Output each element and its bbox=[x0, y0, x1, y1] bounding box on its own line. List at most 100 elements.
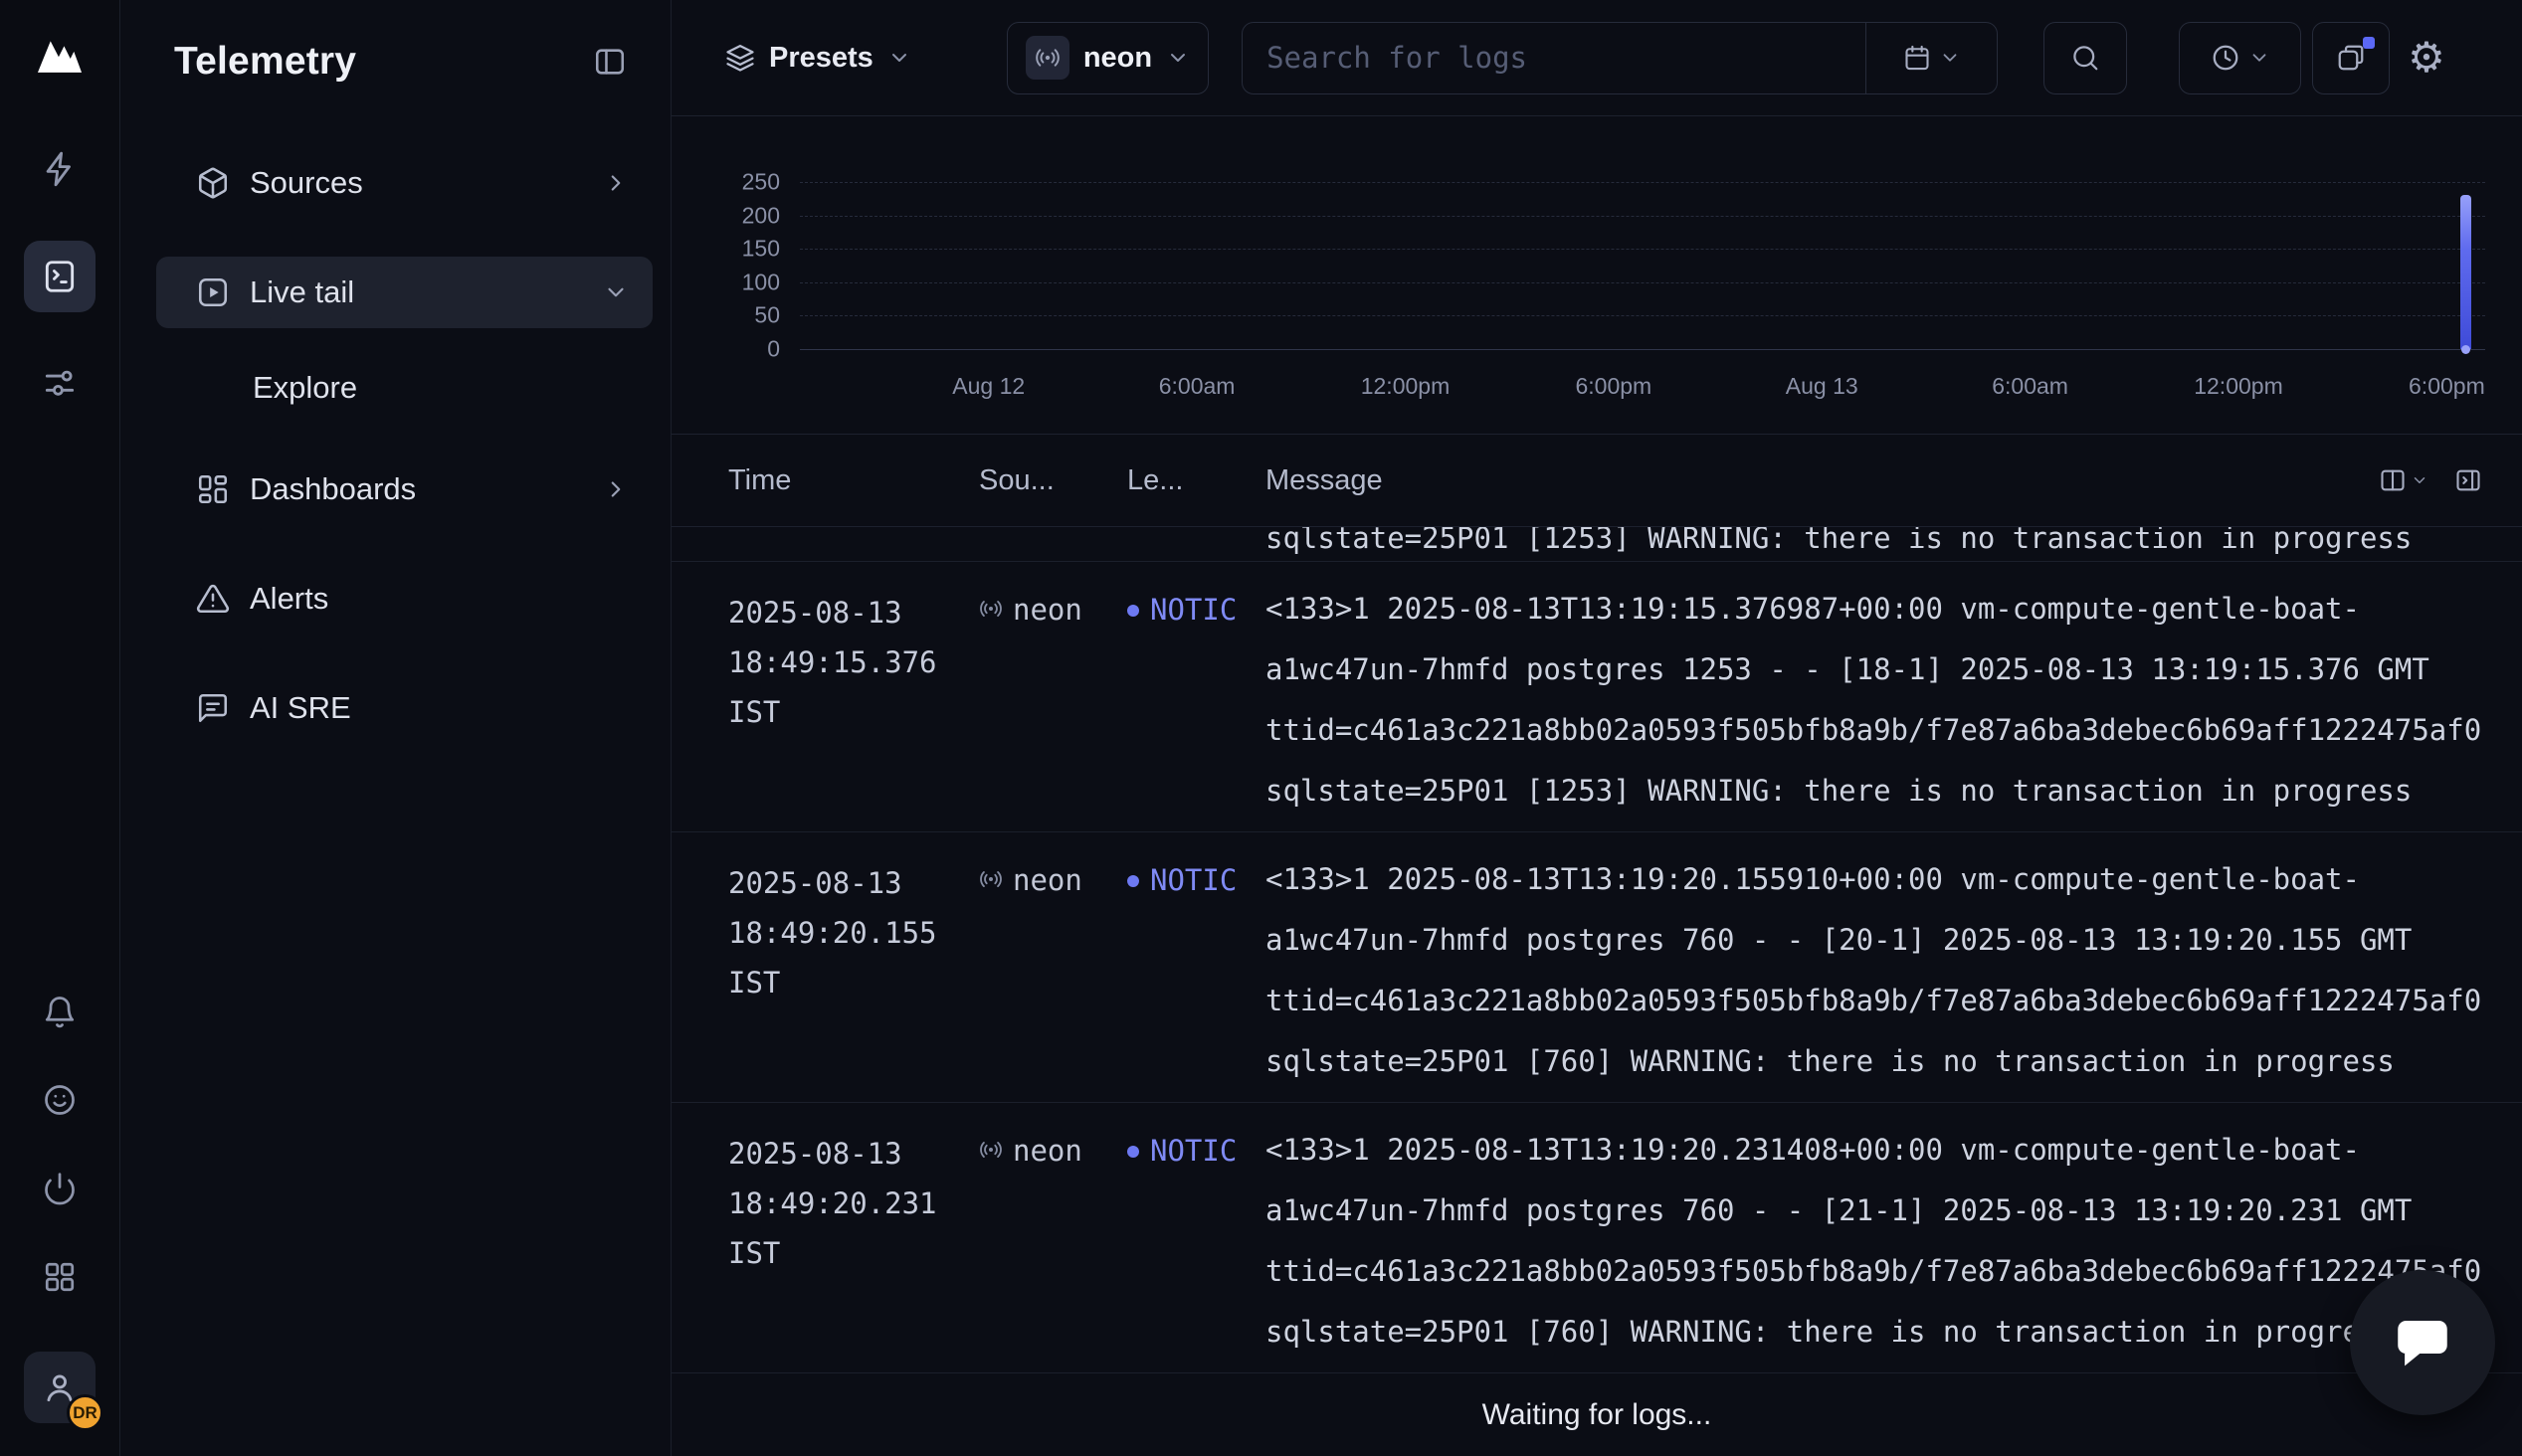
alert-triangle-icon bbox=[196, 582, 230, 616]
log-level: NOTIC bbox=[1127, 1129, 1265, 1372]
live-tail-icon bbox=[196, 275, 230, 309]
settings-button[interactable]: ⚙ bbox=[2408, 37, 2445, 79]
sidebar-item-explore[interactable]: Explore bbox=[156, 352, 653, 424]
y-tick-label: 100 bbox=[742, 269, 780, 295]
rail-nav bbox=[24, 133, 96, 420]
log-row[interactable]: 2025-08-13 18:49:20.155 IST neon NOTIC <… bbox=[672, 832, 2522, 1103]
x-axis-labels: Aug 126:00am12:00pm6:00pmAug 136:00am12:… bbox=[800, 373, 2485, 405]
presets-button[interactable]: Presets bbox=[725, 42, 911, 75]
search-button[interactable] bbox=[2043, 22, 2127, 94]
log-volume-chart: 250200150100500 Aug 12 6:00am 12:00pm 6:00p… bbox=[672, 116, 2522, 435]
log-source-name: neon bbox=[1013, 858, 1082, 902]
sidebar-item-ai-sre[interactable]: AI SRE bbox=[156, 672, 653, 744]
log-level-name: NOTIC bbox=[1150, 858, 1237, 902]
x-tick-label: 6:00am bbox=[1992, 373, 2068, 400]
package-icon bbox=[196, 166, 230, 200]
log-level: NOTIC bbox=[1127, 858, 1265, 1102]
x-tick-label: Aug 13 bbox=[1786, 373, 1858, 400]
log-source: neon bbox=[979, 858, 1127, 1102]
chat-widget-button[interactable] bbox=[2350, 1270, 2495, 1415]
chevron-right-icon bbox=[603, 476, 629, 502]
y-tick-label: 150 bbox=[742, 236, 780, 263]
y-tick-label: 250 bbox=[742, 169, 780, 196]
x-tick-label: 12:00pm bbox=[1361, 373, 1451, 400]
presets-label: Presets bbox=[769, 42, 873, 75]
log-source-name: neon bbox=[1013, 588, 1082, 632]
sidebar-item-label: Alerts bbox=[250, 581, 629, 617]
expand-table-button[interactable] bbox=[2454, 466, 2482, 494]
log-level-name: NOTIC bbox=[1150, 588, 1237, 632]
sidebar-item-sources[interactable]: Sources bbox=[156, 147, 653, 219]
clock-icon bbox=[2211, 43, 2240, 73]
chevron-down-icon bbox=[1166, 46, 1190, 70]
metrics-sliders-icon[interactable] bbox=[24, 348, 96, 420]
notifications-bell-icon[interactable] bbox=[40, 992, 80, 1031]
dashboard-icon bbox=[196, 472, 230, 506]
column-header-message[interactable]: Message bbox=[1265, 464, 2379, 497]
chart-bar-dot bbox=[2461, 345, 2470, 354]
chevron-down-icon bbox=[887, 46, 911, 70]
message-square-icon bbox=[196, 691, 230, 725]
level-dot-icon bbox=[1127, 1146, 1139, 1158]
power-icon[interactable] bbox=[40, 1169, 80, 1208]
chevron-right-icon bbox=[603, 170, 629, 196]
chart-plot[interactable] bbox=[800, 182, 2485, 349]
log-message: <133>1 2025-08-13T13:19:20.155910+00:00 … bbox=[1265, 849, 2482, 1102]
column-header-level[interactable]: Le... bbox=[1127, 464, 1265, 497]
signal-icon bbox=[979, 867, 1003, 891]
x-tick-label: Aug 12 bbox=[952, 373, 1025, 400]
sidebar-item-label: Explore bbox=[253, 370, 629, 406]
source-name: neon bbox=[1083, 42, 1152, 75]
quickstart-bolt-icon[interactable] bbox=[24, 133, 96, 205]
gridline bbox=[800, 182, 2485, 183]
panel-collapse-icon bbox=[593, 45, 627, 79]
apps-grid-icon[interactable] bbox=[40, 1257, 80, 1297]
search-bar bbox=[1242, 22, 1998, 94]
columns-config-button[interactable] bbox=[2379, 466, 2428, 494]
chevron-down-icon bbox=[2248, 47, 2270, 69]
source-selector[interactable]: neon bbox=[1007, 22, 1209, 94]
table-layout-icon bbox=[2454, 466, 2482, 494]
level-dot-icon bbox=[1127, 605, 1139, 617]
feedback-chat-icon[interactable] bbox=[40, 1080, 80, 1120]
search-input[interactable] bbox=[1243, 23, 1865, 93]
partial-log-row[interactable]: sqlstate=25P01 [1253] WARNING: there is … bbox=[672, 527, 2522, 562]
app-logo-icon bbox=[33, 34, 87, 76]
search-icon bbox=[2070, 43, 2100, 73]
sidebar-header: Telemetry bbox=[120, 0, 671, 84]
sidebar-item-live-tail[interactable]: Live tail bbox=[156, 257, 653, 328]
log-row[interactable]: 2025-08-13 18:49:20.231 IST neon NOTIC <… bbox=[672, 1103, 2522, 1373]
table-header-actions bbox=[2379, 466, 2482, 494]
calendar-icon bbox=[1903, 44, 1931, 72]
y-tick-label: 0 bbox=[767, 336, 780, 363]
x-tick-label: 6:00pm bbox=[2409, 373, 2485, 400]
column-header-time[interactable]: Time bbox=[728, 464, 979, 497]
sidebar-item-dashboards[interactable]: Dashboards bbox=[156, 454, 653, 525]
avatar[interactable]: DR bbox=[24, 1352, 96, 1423]
main-content: Presets neon bbox=[672, 0, 2522, 1456]
sidebar-item-label: AI SRE bbox=[250, 690, 629, 726]
date-range-button[interactable] bbox=[1865, 23, 1997, 93]
log-source: neon bbox=[979, 588, 1127, 831]
gridline bbox=[800, 349, 2485, 350]
status-text: Waiting for logs... bbox=[1482, 1398, 1712, 1432]
x-tick-label: 6:00pm bbox=[1576, 373, 1652, 400]
gridline bbox=[800, 282, 2485, 283]
icon-rail: DR bbox=[0, 0, 120, 1456]
logs-icon[interactable] bbox=[24, 241, 96, 312]
column-header-source[interactable]: Sou... bbox=[979, 464, 1127, 497]
y-axis-labels: 250200150100500 bbox=[672, 182, 790, 349]
log-table: Time Sou... Le... Message sqlstate=25P01… bbox=[672, 435, 2522, 1456]
live-view-button[interactable] bbox=[2312, 22, 2390, 94]
sidebar: Telemetry Sources Live tail Explore Dash… bbox=[120, 0, 672, 1456]
chart-bar-spike[interactable] bbox=[2460, 195, 2471, 349]
app-window: DR Telemetry Sources Live tail Explore bbox=[0, 0, 2522, 1456]
signal-icon bbox=[979, 597, 1003, 621]
log-row[interactable]: 2025-08-13 18:49:15.376 IST neon NOTIC <… bbox=[672, 562, 2522, 832]
user-badge: DR bbox=[67, 1394, 103, 1431]
chevron-down-icon bbox=[2411, 471, 2428, 489]
time-range-button[interactable] bbox=[2179, 22, 2301, 94]
log-level-name: NOTIC bbox=[1150, 1129, 1237, 1173]
collapse-sidebar-button[interactable] bbox=[593, 45, 627, 79]
sidebar-item-alerts[interactable]: Alerts bbox=[156, 563, 653, 635]
